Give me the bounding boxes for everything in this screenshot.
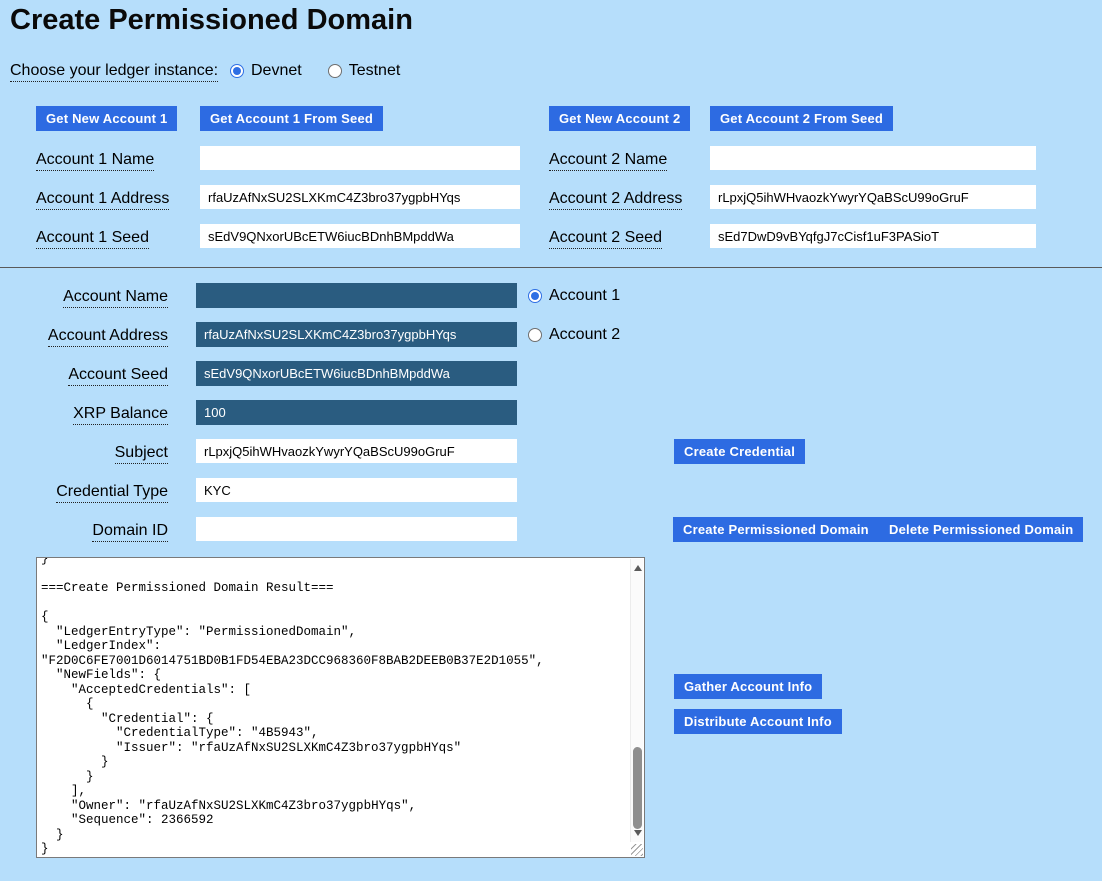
get-new-account1-button[interactable]: Get New Account 1 [36,106,177,131]
account2-address-label: Account 2 Address [549,190,682,210]
xrp-balance-field[interactable] [196,400,517,425]
account2-address-input[interactable] [710,185,1036,209]
account-address-label: Account Address [20,327,168,347]
testnet-radio-icon[interactable] [328,64,342,78]
devnet-radio-icon[interactable] [230,64,244,78]
ledger-radio-group: Devnet Testnet [230,62,400,80]
credential-type-input[interactable] [196,478,517,502]
create-permissioned-domain-page: Create Permissioned Domain Choose your l… [0,0,1102,881]
account1-radio-icon[interactable] [528,289,542,303]
distribute-account-info-button[interactable]: Distribute Account Info [674,709,842,734]
account-name-label: Account Name [20,288,168,308]
get-account1-from-seed-button[interactable]: Get Account 1 From Seed [200,106,383,131]
account2-seed-input[interactable] [710,224,1036,248]
account1-radio-label: Account 1 [549,287,620,305]
scrollbar-down-arrow-icon[interactable] [631,826,644,840]
output-scrollbar[interactable] [630,559,643,842]
delete-permissioned-domain-button[interactable]: Delete Permissioned Domain [879,517,1083,542]
ledger-option-testnet[interactable]: Testnet [328,62,401,80]
scrollbar-up-arrow-icon[interactable] [631,561,644,575]
result-output-content: } ===Create Permissioned Domain Result==… [37,558,630,857]
create-permissioned-domain-button[interactable]: Create Permissioned Domain [673,517,879,542]
ledger-instance-row: Choose your ledger instance: [10,62,218,82]
scrollbar-thumb[interactable] [633,747,642,829]
account2-name-label: Account 2 Name [549,151,667,171]
subject-input[interactable] [196,439,517,463]
account-seed-field[interactable] [196,361,517,386]
create-credential-button[interactable]: Create Credential [674,439,805,464]
domain-id-input[interactable] [196,517,517,541]
account-address-field[interactable] [196,322,517,347]
result-output-textarea[interactable]: } ===Create Permissioned Domain Result==… [36,557,645,858]
account2-seed-label: Account 2 Seed [549,229,662,249]
account-seed-label: Account Seed [20,366,168,386]
ledger-instance-label: Choose your ledger instance: [10,62,218,82]
use-account2-option[interactable]: Account 2 [528,326,620,344]
page-title: Create Permissioned Domain [10,4,413,37]
devnet-radio-label: Devnet [251,62,302,80]
get-account2-from-seed-button[interactable]: Get Account 2 From Seed [710,106,893,131]
account1-seed-input[interactable] [200,224,520,248]
credential-type-label: Credential Type [20,483,168,503]
subject-label: Subject [20,444,168,464]
account-name-field[interactable] [196,283,517,308]
use-account1-option[interactable]: Account 1 [528,287,620,305]
account1-address-input[interactable] [200,185,520,209]
account2-radio-icon[interactable] [528,328,542,342]
account2-radio-label: Account 2 [549,326,620,344]
get-new-account2-button[interactable]: Get New Account 2 [549,106,690,131]
xrp-balance-label: XRP Balance [20,405,168,425]
account1-name-input[interactable] [200,146,520,170]
account2-name-input[interactable] [710,146,1036,170]
domain-id-label: Domain ID [20,522,168,542]
account1-name-label: Account 1 Name [36,151,154,171]
account1-seed-label: Account 1 Seed [36,229,149,249]
result-output-text: } ===Create Permissioned Domain Result==… [37,558,630,857]
account1-address-label: Account 1 Address [36,190,169,210]
ledger-option-devnet[interactable]: Devnet [230,62,302,80]
textarea-resize-grip-icon[interactable] [631,844,643,856]
section-divider [0,267,1102,268]
testnet-radio-label: Testnet [349,62,401,80]
gather-account-info-button[interactable]: Gather Account Info [674,674,822,699]
